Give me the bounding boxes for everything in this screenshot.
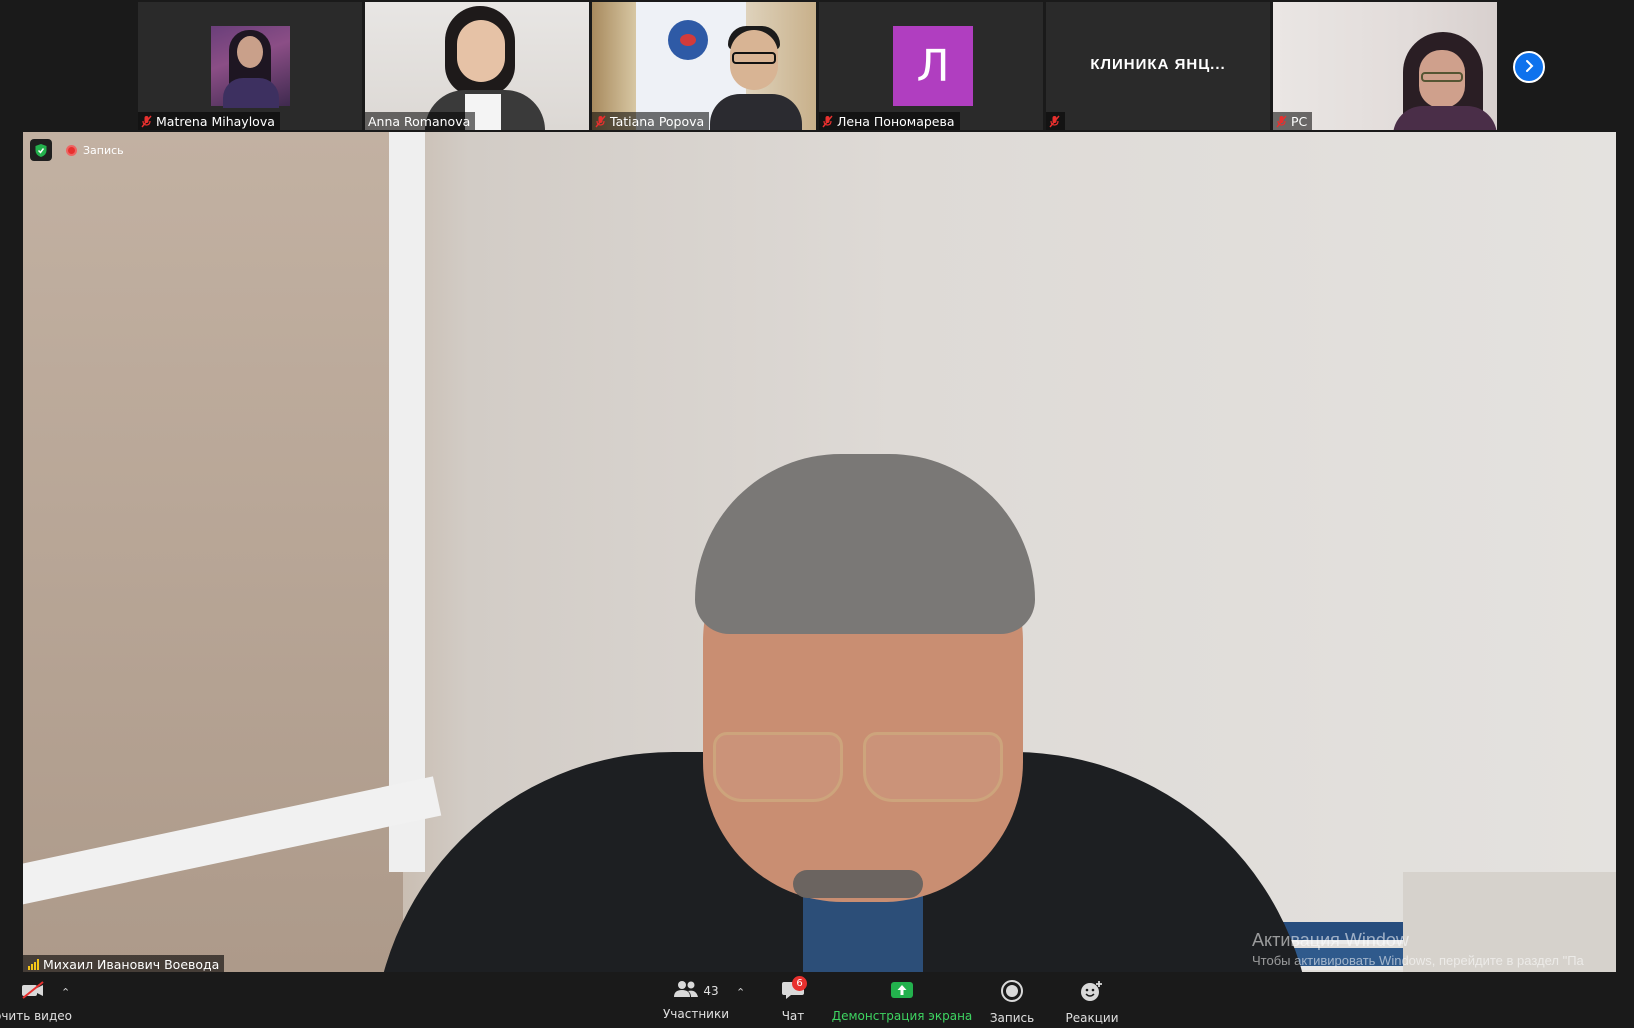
- share-screen-icon: [890, 980, 914, 1003]
- participant-avatar: [211, 26, 290, 108]
- active-speaker-video: [23, 132, 1616, 972]
- video-toggle-button[interactable]: очить видео: [0, 972, 72, 1028]
- participant-name: Matrena Mihaylova: [156, 113, 275, 129]
- reactions-smiley-icon: [1080, 980, 1104, 1005]
- participant-name-tag: Matrena Mihaylova: [138, 112, 280, 130]
- participant-initial-avatar: Л: [893, 26, 973, 106]
- recording-label: Запись: [83, 143, 124, 157]
- watermark-line-2: Чтобы активировать Windows, перейдите в …: [1252, 953, 1584, 968]
- participant-name: Anna Romanova: [368, 113, 471, 129]
- participant-name-tag: PC: [1273, 112, 1313, 130]
- participant-name-tag: Лена Пономарева: [819, 112, 960, 130]
- share-screen-label: Демонстрация экрана: [831, 1009, 973, 1023]
- share-screen-button[interactable]: Демонстрация экрана: [832, 972, 972, 1028]
- video-options-caret-icon[interactable]: ⌃: [61, 986, 70, 999]
- participant-name-tag: Tatiana Popova: [592, 112, 710, 130]
- watermark-line-1: Активация Window: [1252, 930, 1409, 950]
- mic-muted-icon: [822, 115, 833, 128]
- participant-display-text: КЛИНИКА ЯНЦ...: [1090, 56, 1226, 73]
- participants-count: 43: [703, 983, 719, 998]
- recording-dot-icon: [66, 144, 77, 156]
- windows-activation-watermark: Активация Window Чтобы активировать Wind…: [1252, 930, 1584, 968]
- meeting-status-bar: Запись: [30, 139, 128, 161]
- video-toggle-label: очить видео: [0, 1009, 72, 1023]
- reactions-label: Реакции: [1065, 1011, 1119, 1025]
- active-speaker-name-tag: Михаил Иванович Воевода: [23, 955, 225, 973]
- participant-name: Лена Пономарева: [837, 113, 955, 129]
- record-label: Запись: [989, 1011, 1035, 1025]
- recording-indicator[interactable]: Запись: [62, 139, 128, 161]
- mic-muted-icon: [141, 115, 152, 128]
- active-speaker-name: Михаил Иванович Воевода: [43, 956, 220, 972]
- participant-tile[interactable]: PC: [1273, 2, 1497, 130]
- participant-name: Tatiana Popova: [610, 113, 705, 129]
- mic-muted-icon: [595, 115, 606, 128]
- participant-tile[interactable]: КЛИНИКА ЯНЦ...: [1046, 2, 1270, 130]
- participant-strip: Matrena Mihaylova Anna Romanova Tatiana …: [138, 2, 1497, 130]
- participant-name: PC: [1291, 113, 1308, 129]
- participant-tile[interactable]: Matrena Mihaylova: [138, 2, 362, 130]
- chat-button[interactable]: 6 Чат: [772, 972, 814, 1028]
- participant-tile[interactable]: Anna Romanova: [365, 2, 589, 130]
- chevron-right-icon: [1522, 58, 1536, 77]
- zoom-meeting-window: Matrena Mihaylova Anna Romanova Tatiana …: [0, 0, 1634, 1028]
- meeting-toolbar: очить видео ⌃ 43 Участники ⌃ 6 Чат Демон…: [0, 972, 1634, 1028]
- chat-label: Чат: [781, 1009, 805, 1023]
- mic-muted-icon: [1276, 115, 1287, 128]
- participant-name-tag: [1046, 112, 1065, 130]
- signal-strength-icon: [28, 958, 39, 970]
- security-shield-icon[interactable]: [30, 139, 52, 161]
- video-off-icon: [20, 980, 46, 1003]
- mic-muted-icon: [1049, 115, 1060, 128]
- participants-button[interactable]: 43 Участники: [656, 972, 736, 1028]
- reactions-button[interactable]: Реакции: [1062, 972, 1122, 1028]
- chat-unread-badge: 6: [792, 976, 807, 991]
- record-button[interactable]: Запись: [986, 972, 1038, 1028]
- participants-icon: [673, 980, 699, 1001]
- participant-tile[interactable]: Tatiana Popova: [592, 2, 816, 130]
- participant-tile[interactable]: Л Лена Пономарева: [819, 2, 1043, 130]
- record-icon: [1001, 980, 1023, 1005]
- participants-options-caret-icon[interactable]: ⌃: [736, 986, 745, 999]
- next-page-button[interactable]: [1513, 51, 1545, 83]
- participants-label: Участники: [662, 1007, 730, 1021]
- participant-name-tag: Anna Romanova: [365, 112, 476, 130]
